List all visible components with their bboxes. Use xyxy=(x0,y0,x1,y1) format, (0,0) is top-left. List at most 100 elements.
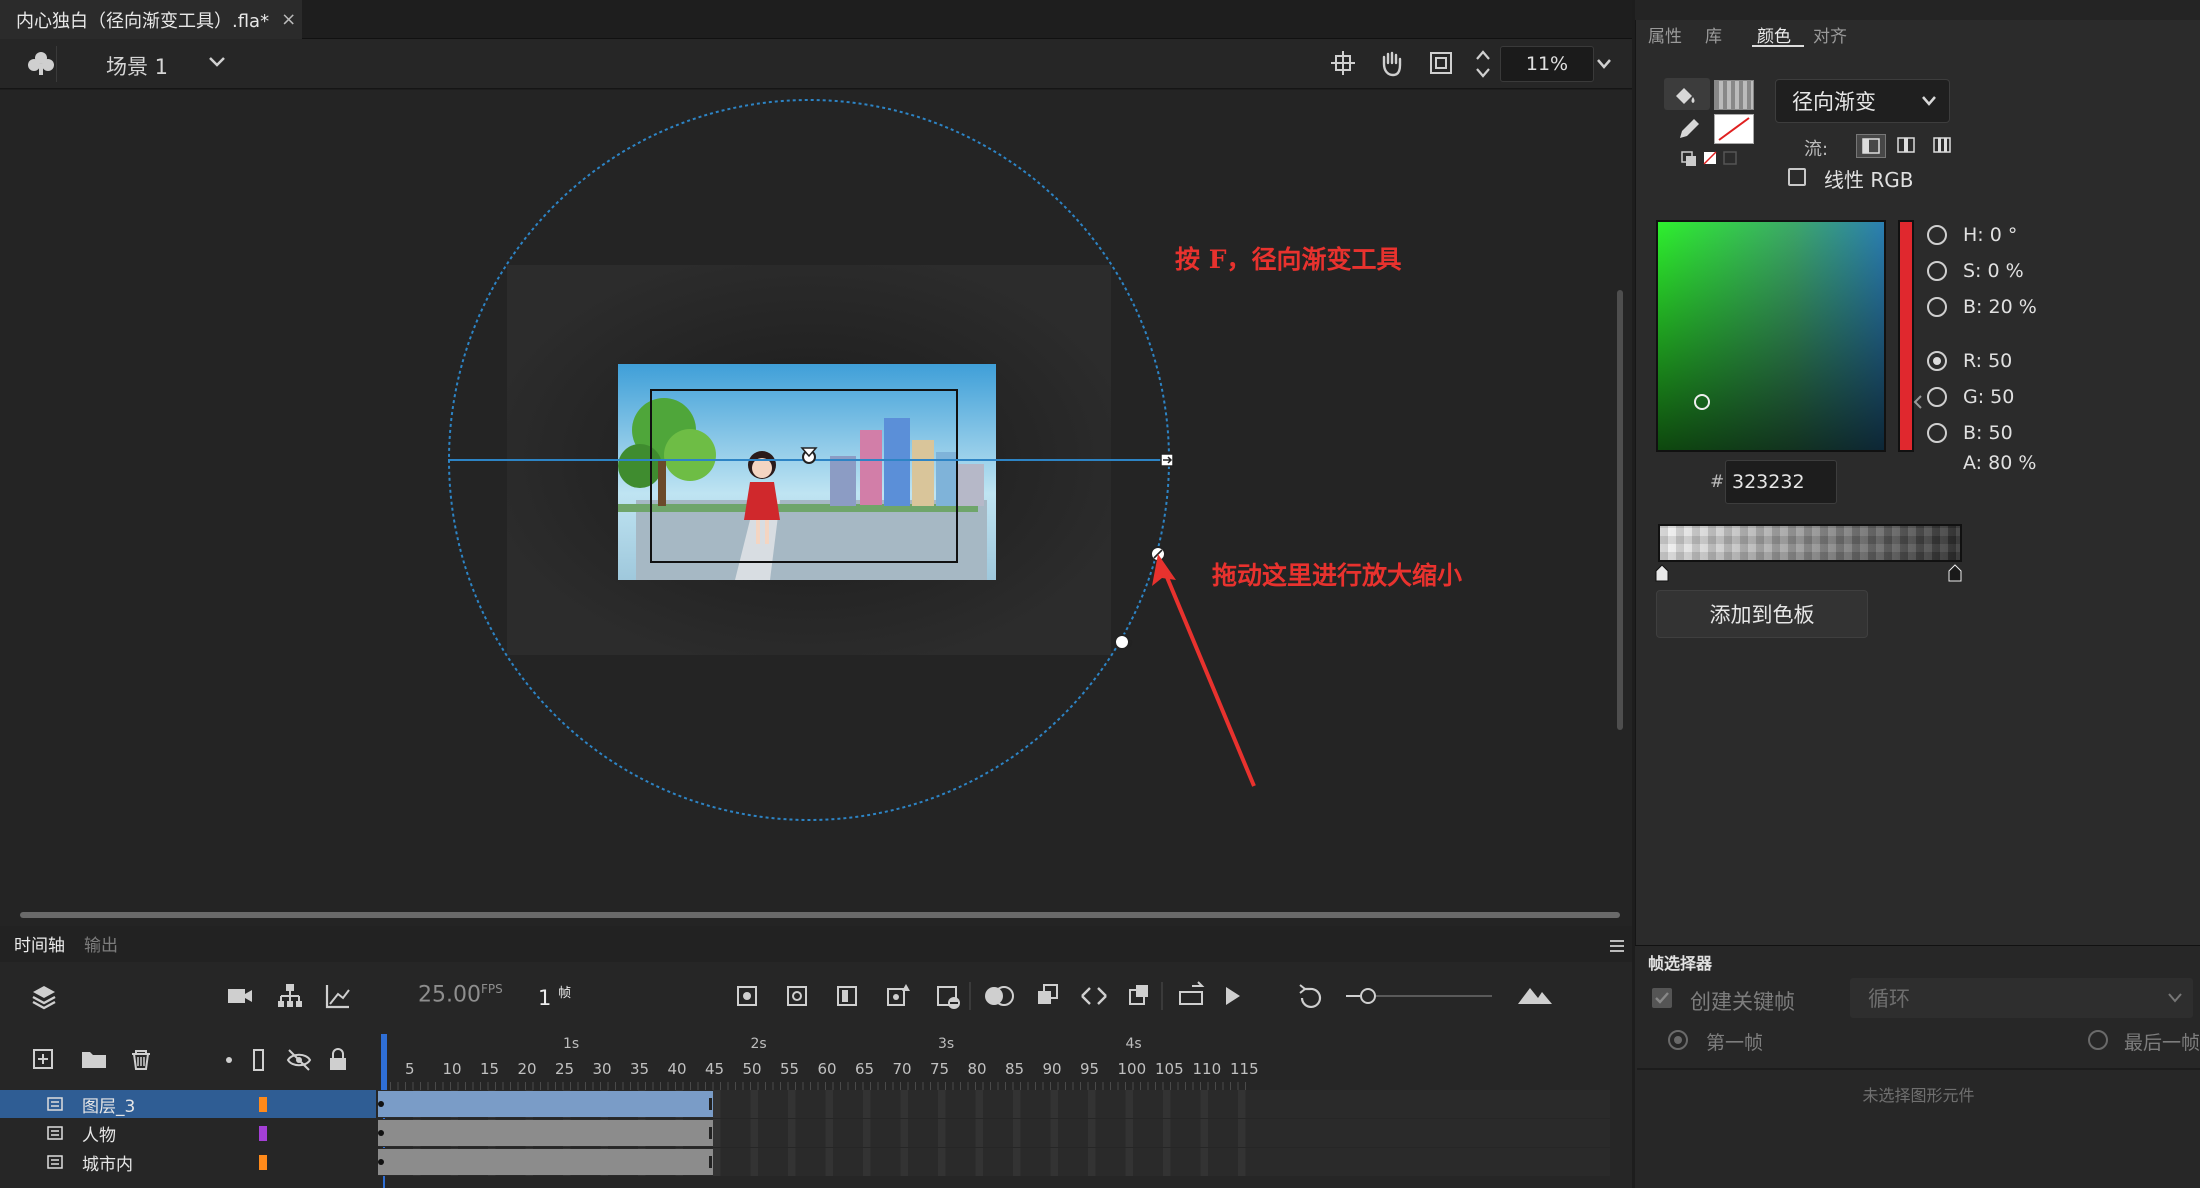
frame-cell-marker[interactable] xyxy=(900,1148,909,1176)
frame-value[interactable]: 1 xyxy=(538,986,551,1010)
create-keyframe-checkbox[interactable] xyxy=(1652,988,1672,1008)
scene-name[interactable]: 场景 1 xyxy=(106,51,168,81)
saturation-field[interactable]: S: 0 % xyxy=(1963,260,2024,282)
frame-cell-marker[interactable] xyxy=(1238,1148,1246,1176)
playhead[interactable] xyxy=(381,1034,387,1090)
sync-symbols-icon[interactable] xyxy=(1081,987,1107,1005)
saturation-value[interactable]: 0 xyxy=(1988,260,2000,282)
frame-cell-marker[interactable] xyxy=(1050,1148,1059,1176)
tab-properties[interactable]: 属性 xyxy=(1648,22,1682,47)
gradient-stop-left[interactable] xyxy=(1655,564,1669,586)
frame-cell-marker[interactable] xyxy=(938,1090,946,1118)
brightness-radio[interactable] xyxy=(1927,297,1947,317)
frame-grid[interactable] xyxy=(378,1090,1610,1188)
highlight-dot-icon[interactable] xyxy=(226,1057,232,1063)
hex-input[interactable]: 323232 xyxy=(1725,460,1837,504)
motion-tween-icon[interactable] xyxy=(887,984,910,1006)
insert-frame-icon[interactable] xyxy=(837,986,857,1006)
frame-cell-marker[interactable] xyxy=(975,1148,984,1176)
alpha-value[interactable]: 80 xyxy=(1988,452,2012,474)
alpha-field[interactable]: A: 80 % xyxy=(1963,452,2036,474)
layer-row-3[interactable]: 图层_3 xyxy=(0,1090,376,1118)
gradient-rotate-handle[interactable] xyxy=(1114,634,1133,650)
last-frame-radio[interactable] xyxy=(2088,1030,2108,1050)
layer-name[interactable]: 城市内 xyxy=(82,1150,133,1175)
frame-cell-marker[interactable] xyxy=(1238,1119,1246,1147)
frame-cell-marker[interactable] xyxy=(713,1119,721,1147)
green-radio[interactable] xyxy=(1927,387,1947,407)
layer-color-tag[interactable] xyxy=(259,1155,267,1170)
remove-tween-icon[interactable] xyxy=(937,986,960,1009)
frame-cell-marker[interactable] xyxy=(863,1090,871,1118)
zoom-dropdown-icon[interactable] xyxy=(1596,56,1612,75)
center-stage-icon[interactable] xyxy=(1330,50,1356,80)
layer-parenting-icon[interactable] xyxy=(276,982,304,1014)
frame-cell-marker[interactable] xyxy=(975,1119,984,1147)
frame-cell-marker[interactable] xyxy=(788,1119,796,1147)
hand-tool-icon[interactable] xyxy=(1378,49,1406,81)
frame-cell-marker[interactable] xyxy=(863,1148,871,1176)
first-frame-radio[interactable] xyxy=(1668,1030,1688,1050)
zoom-input[interactable]: 11% xyxy=(1500,46,1594,82)
frame-span[interactable] xyxy=(378,1120,713,1146)
swap-frames-icon[interactable] xyxy=(1129,985,1148,1005)
outline-toggle-icon[interactable] xyxy=(253,1049,264,1071)
frame-cell-marker[interactable] xyxy=(788,1148,796,1176)
close-tab-icon[interactable]: × xyxy=(281,9,296,30)
hue-slider[interactable] xyxy=(1898,220,1914,452)
frame-cell-marker[interactable] xyxy=(1125,1148,1134,1176)
frame-cell-marker[interactable] xyxy=(1088,1090,1096,1118)
saturation-radio[interactable] xyxy=(1927,261,1947,281)
brightness-field[interactable]: B: 20 % xyxy=(1963,296,2037,318)
gradient-stop-right[interactable] xyxy=(1948,564,1962,586)
keyframe-marker[interactable] xyxy=(378,1130,384,1136)
panel-menu-icon[interactable] xyxy=(1608,938,1626,957)
frame-cell-marker[interactable] xyxy=(825,1090,834,1118)
red-value[interactable]: 50 xyxy=(1988,350,2012,372)
frame-cell-marker[interactable] xyxy=(938,1119,946,1147)
frame-cell-marker[interactable] xyxy=(863,1119,871,1147)
frame-cell-marker[interactable] xyxy=(975,1090,984,1118)
blue-value[interactable]: 50 xyxy=(1988,422,2012,444)
frame-cell-marker[interactable] xyxy=(1200,1148,1209,1176)
insert-blank-keyframe-icon[interactable] xyxy=(787,986,807,1006)
frame-cell-marker[interactable] xyxy=(750,1090,759,1118)
document-tab[interactable]: 内心独白（径向渐变工具）.fla* × xyxy=(0,0,302,39)
play-icon[interactable] xyxy=(1226,987,1240,1005)
stage-horizontal-scrollbar[interactable] xyxy=(20,912,1620,918)
hue-radio[interactable] xyxy=(1927,225,1947,245)
graph-icon[interactable] xyxy=(324,982,352,1014)
loop-dropdown[interactable]: 循环 xyxy=(1850,978,2193,1018)
frame-cell-marker[interactable] xyxy=(825,1119,834,1147)
red-field[interactable]: R: 50 xyxy=(1963,350,2012,372)
stage-vertical-scrollbar[interactable] xyxy=(1617,290,1623,730)
lock-toggle-icon[interactable] xyxy=(330,1048,346,1070)
onion-skin-icon[interactable] xyxy=(985,986,1014,1006)
color-picker-field[interactable] xyxy=(1656,220,1886,452)
frame-cell-marker[interactable] xyxy=(900,1090,909,1118)
insert-keyframe-icon[interactable] xyxy=(737,986,757,1006)
frame-cell-marker[interactable] xyxy=(750,1119,759,1147)
fps-value[interactable]: 25.00 xyxy=(418,982,481,1007)
keyframe-marker[interactable] xyxy=(378,1159,384,1165)
color-picker-cursor[interactable] xyxy=(1694,394,1710,410)
zoom-stepper-icon[interactable] xyxy=(1474,47,1492,85)
layer-color-tag[interactable] xyxy=(259,1126,267,1141)
stage-canvas[interactable] xyxy=(0,90,1632,926)
visibility-toggle-icon[interactable] xyxy=(286,1049,312,1071)
blue-field[interactable]: B: 50 xyxy=(1963,422,2013,444)
pencil-icon[interactable] xyxy=(1676,116,1702,146)
frame-cell-marker[interactable] xyxy=(1163,1148,1171,1176)
tab-library[interactable]: 库 xyxy=(1705,22,1722,47)
brightness-value[interactable]: 20 xyxy=(1988,296,2012,318)
fps-field[interactable]: 25.00FPS xyxy=(418,982,503,1007)
new-layer-icon[interactable] xyxy=(33,1049,53,1069)
tab-timeline[interactable]: 时间轴 xyxy=(14,931,65,956)
layer-name[interactable]: 图层_3 xyxy=(82,1092,135,1117)
linear-rgb-checkbox[interactable] xyxy=(1788,168,1806,186)
frame-cell-marker[interactable] xyxy=(713,1148,721,1176)
frame-span[interactable] xyxy=(378,1091,713,1117)
keyframe-marker[interactable] xyxy=(378,1101,384,1107)
camera-icon[interactable] xyxy=(226,984,254,1012)
flow-repeat-button[interactable] xyxy=(1928,134,1958,158)
